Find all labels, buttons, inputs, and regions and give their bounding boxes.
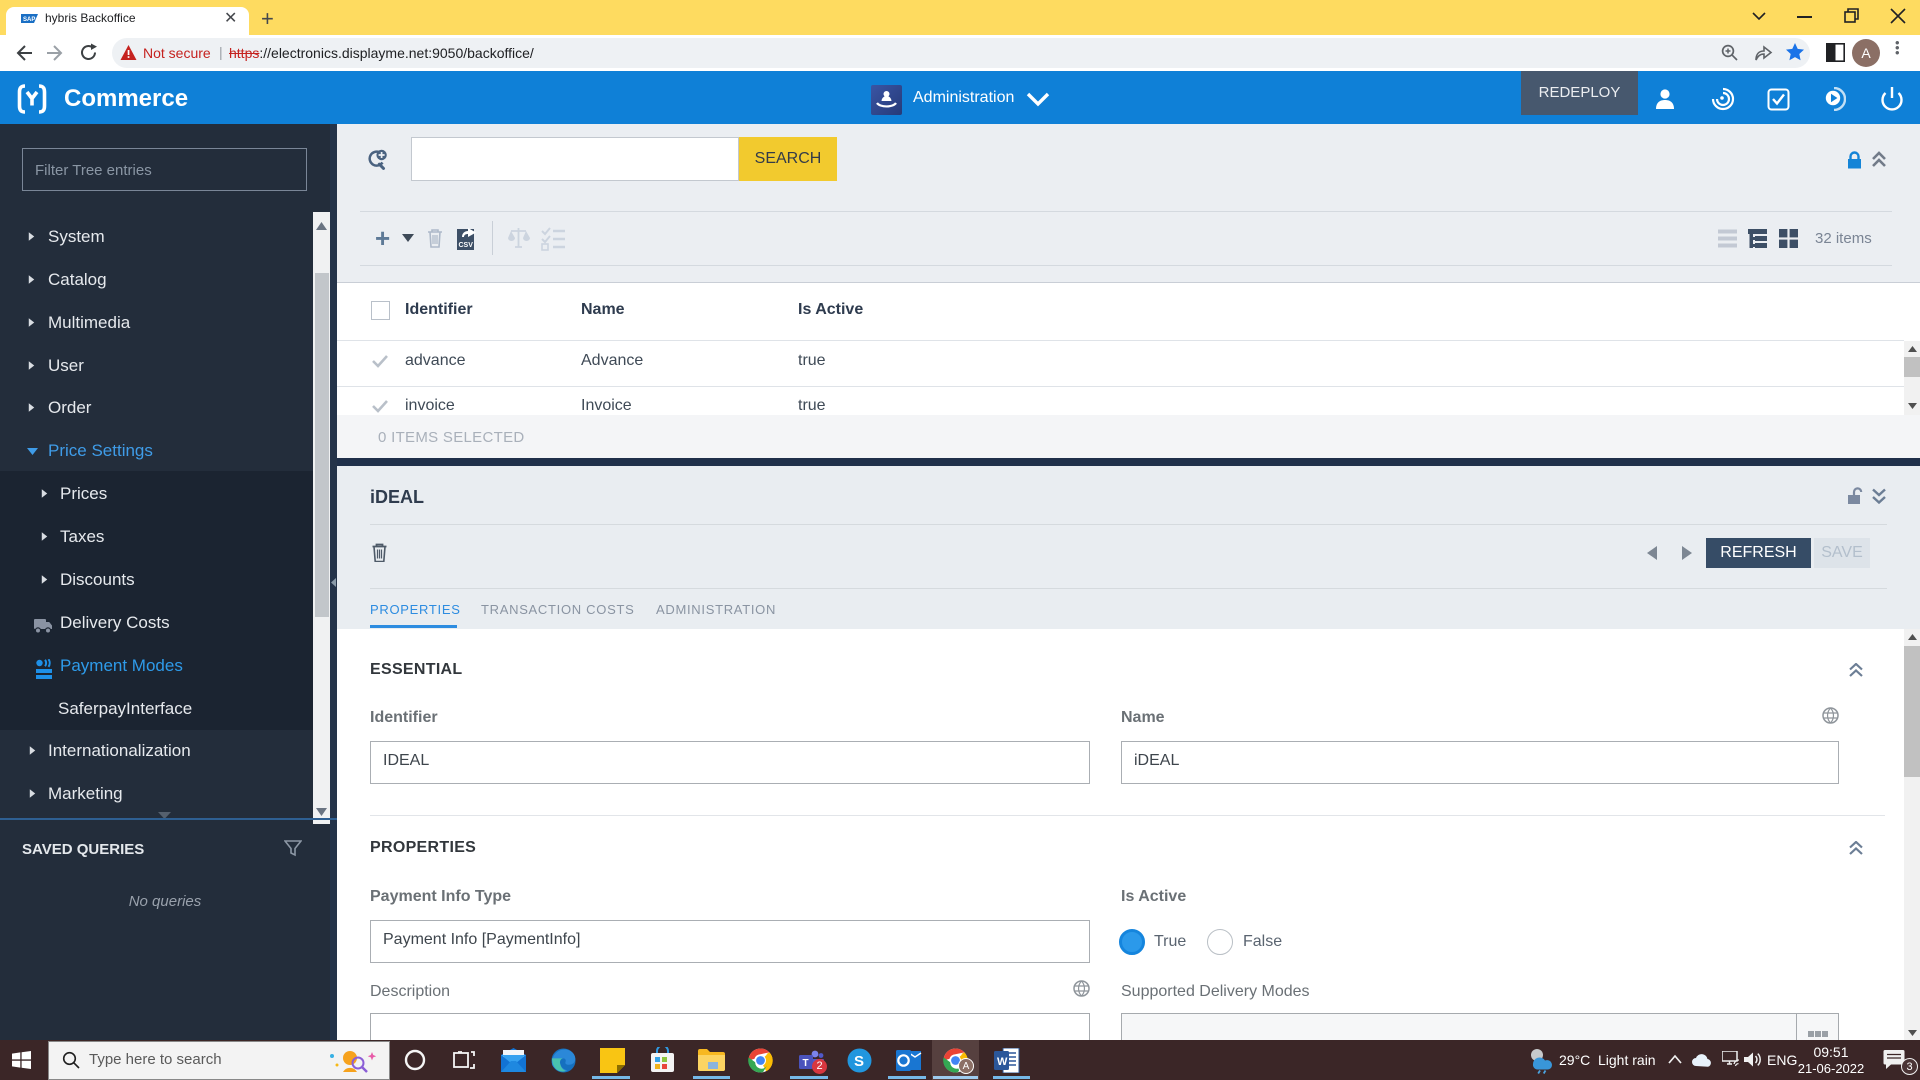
svg-text:CSV: CSV [459, 242, 474, 249]
svg-text:W: W [997, 1056, 1008, 1068]
svg-text:SAP: SAP [23, 17, 35, 23]
svg-text:T: T [803, 1058, 809, 1069]
svg-text:S: S [854, 1053, 864, 1070]
